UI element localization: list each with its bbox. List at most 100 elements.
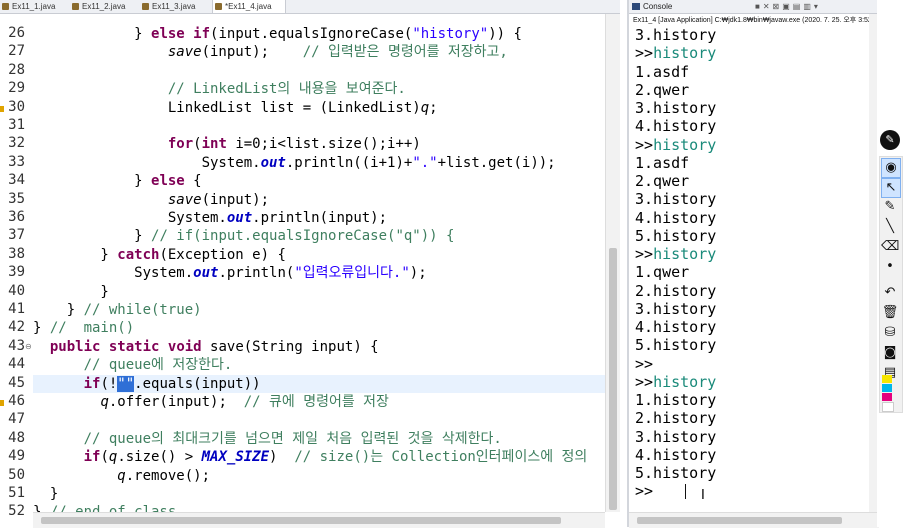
editor-tab[interactable]: Ex11_2.java xyxy=(70,0,142,13)
eraser-icon[interactable]: ⌫ xyxy=(881,238,899,256)
code-editor[interactable]: Ex11_1.java Ex11_2.java Ex11_3.java *Ex11_4… xyxy=(0,0,620,528)
code-token: i=0;i<list.size();i++) xyxy=(226,136,421,153)
code-line[interactable]: save(input); xyxy=(33,191,269,209)
code-line[interactable]: } else if(input.equalsIgnoreCase("histor… xyxy=(33,25,522,43)
undo-icon[interactable]: ↶ xyxy=(881,284,899,302)
editor-tab[interactable]: Ex11_1.java xyxy=(0,0,72,13)
code-token: .offer(input); xyxy=(108,394,244,410)
code-line[interactable]: } // main() xyxy=(33,319,134,337)
trash-icon[interactable]: 🗑 xyxy=(881,304,899,322)
line-number-gutter: 26 27 28 29 30 31 32 33 34 35 36 37 38 39 40 41 42 43 ⊖ 44 4… xyxy=(0,14,32,519)
editor-vertical-scrollbar[interactable] xyxy=(605,14,620,512)
code-line[interactable]: } // while(true) xyxy=(33,301,202,319)
code-line[interactable]: } // end of class xyxy=(33,503,176,512)
editor-tab[interactable]: *Ex11_4.java xyxy=(212,0,286,13)
console-view[interactable]: Console ■✕⊠▣▤▥▾ Ex11_4 [Java Application… xyxy=(627,0,884,528)
code-token: // 입력받은 명령어를 저장하고, xyxy=(302,44,508,61)
editor-tab[interactable]: Ex11_3.java xyxy=(140,0,212,13)
warning-marker-icon xyxy=(0,105,4,112)
fold-toggle-icon[interactable]: ⊖ xyxy=(25,342,32,351)
console-toolbar-buttons[interactable]: ■✕⊠▣▤▥▾ xyxy=(755,2,821,11)
console-horizontal-scrollbar[interactable] xyxy=(629,512,879,528)
console-line: 3.history xyxy=(635,428,716,446)
console-prompt: >> xyxy=(635,372,654,391)
console-line: 2.history xyxy=(635,409,716,427)
console-horizontal-scroll-thumb[interactable] xyxy=(637,517,842,524)
console-output-text: 4.history xyxy=(635,318,717,336)
code-token: .println( xyxy=(218,265,295,282)
java-file-icon xyxy=(142,3,149,10)
line-number: 35 xyxy=(8,190,25,207)
code-token: out xyxy=(260,154,286,171)
editor-horizontal-scroll-thumb[interactable] xyxy=(41,517,561,524)
console-line: 1.history xyxy=(635,391,716,409)
code-line[interactable]: if(!"".equals(input)) xyxy=(33,374,605,393)
eye-icon[interactable]: ◉ xyxy=(881,158,901,178)
line-number: 37 xyxy=(8,227,25,244)
console-prompt: >> xyxy=(635,44,654,63)
stamp-icon[interactable]: ⛁ xyxy=(881,324,899,342)
code-token: MAX_SIZE xyxy=(201,449,270,466)
annotation-logo[interactable]: ✎ xyxy=(880,130,900,150)
code-line[interactable]: } catch(Exception e) { xyxy=(33,246,285,264)
line-number: 50 xyxy=(8,466,25,483)
code-token: save(String input) { xyxy=(201,338,379,355)
code-line[interactable]: if(q.size() > MAX_SIZE) // size()는 Colle… xyxy=(33,448,588,466)
code-line[interactable]: // LinkedList의 내용을 보여준다. xyxy=(33,80,406,98)
camera-icon[interactable]: ◙ xyxy=(881,344,899,362)
code-line[interactable]: } xyxy=(33,485,58,503)
console-user-input: history xyxy=(653,44,717,63)
code-line[interactable]: System.out.println("입력오류입니다."); xyxy=(33,264,426,282)
code-line[interactable]: LinkedList list = (LinkedList)q; xyxy=(33,99,438,117)
color-swatch[interactable] xyxy=(882,384,892,392)
color-swatch[interactable] xyxy=(882,375,892,383)
console-line: 3.history xyxy=(635,300,716,318)
code-token: )) { xyxy=(488,26,522,42)
code-area[interactable]: } else if(input.equalsIgnoreCase("histor… xyxy=(33,14,605,512)
dot-icon[interactable]: • xyxy=(881,258,899,276)
line-number: 27 xyxy=(8,43,25,60)
editor-vertical-scroll-thumb[interactable] xyxy=(609,248,617,510)
console-vertical-scrollbar[interactable] xyxy=(869,14,877,512)
console-line: >> xyxy=(635,355,653,373)
color-swatch[interactable] xyxy=(882,402,894,412)
line-number: 34 xyxy=(8,172,25,189)
code-line[interactable]: public static void save(String input) { xyxy=(33,338,379,356)
code-token: // size()는 Collection인터페이스에 정의 xyxy=(294,449,588,466)
code-line[interactable]: System.out.println((i+1)+"."+list.get(i)… xyxy=(33,154,556,172)
code-token: System. xyxy=(33,154,261,171)
code-line[interactable]: } else { xyxy=(33,172,201,190)
console-line: 3.history xyxy=(635,190,716,208)
code-line[interactable]: save(input); // 입력받은 명령어를 저장하고, xyxy=(33,43,508,61)
code-token: (input.equalsIgnoreCase( xyxy=(210,26,413,42)
code-line[interactable]: for(int i=0;i<list.size();i++) xyxy=(33,135,421,153)
screen-annotation-toolbar[interactable]: ✎ ◉ ↖ ✎ ╲ ⌫ • ↶ 🗑 ⛁ ◙ ▤ xyxy=(877,0,903,527)
code-token: // end of class xyxy=(50,504,176,512)
console-user-input: history xyxy=(653,245,717,263)
warning-marker-icon xyxy=(0,400,4,406)
code-token: } xyxy=(33,283,109,300)
code-token: "" xyxy=(117,375,135,392)
code-line[interactable]: q.offer(input); // 큐에 명령어를 저장 xyxy=(33,393,388,411)
cursor-icon[interactable]: ↖ xyxy=(881,178,901,198)
code-line[interactable]: // queue에 저장한다. xyxy=(33,356,233,374)
console-output-text: 2.history xyxy=(635,281,717,300)
color-swatch[interactable] xyxy=(882,393,892,401)
code-line[interactable]: q.remove(); xyxy=(33,467,210,485)
console-output[interactable]: 3.history >>history 1.asdf 2.qwer 3.history 4… xyxy=(635,26,875,511)
code-token: .println((i+1)+ xyxy=(285,154,413,171)
line-icon[interactable]: ╲ xyxy=(881,218,899,236)
editor-horizontal-scrollbar[interactable] xyxy=(33,512,605,528)
code-line[interactable]: } // if(input.equalsIgnoreCase("q")) { xyxy=(33,227,454,245)
code-line[interactable]: System.out.println(input); xyxy=(33,209,387,227)
pencil-icon[interactable]: ✎ xyxy=(881,198,899,216)
console-output-text: 2.qwer xyxy=(635,172,690,190)
line-number: 33 xyxy=(8,153,25,170)
code-line[interactable]: // queue의 최대크기를 넘으면 제일 처음 입력된 것을 삭제한다. xyxy=(33,430,502,448)
console-line: >>history xyxy=(635,44,716,62)
code-line[interactable]: } xyxy=(33,283,109,301)
